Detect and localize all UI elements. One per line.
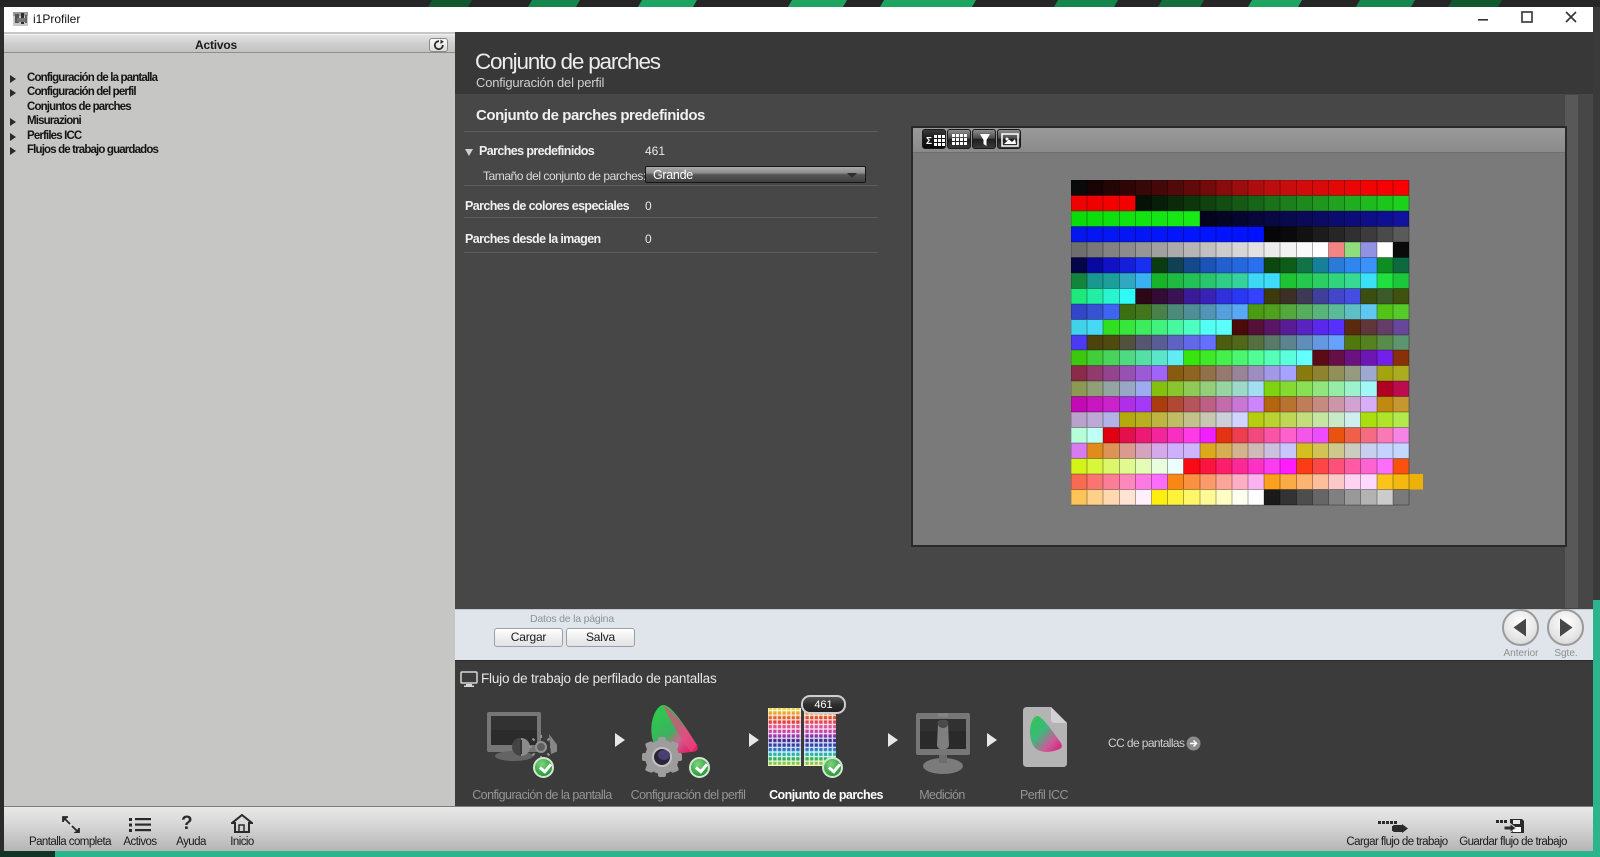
svg-text:Σ: Σ (926, 136, 932, 147)
